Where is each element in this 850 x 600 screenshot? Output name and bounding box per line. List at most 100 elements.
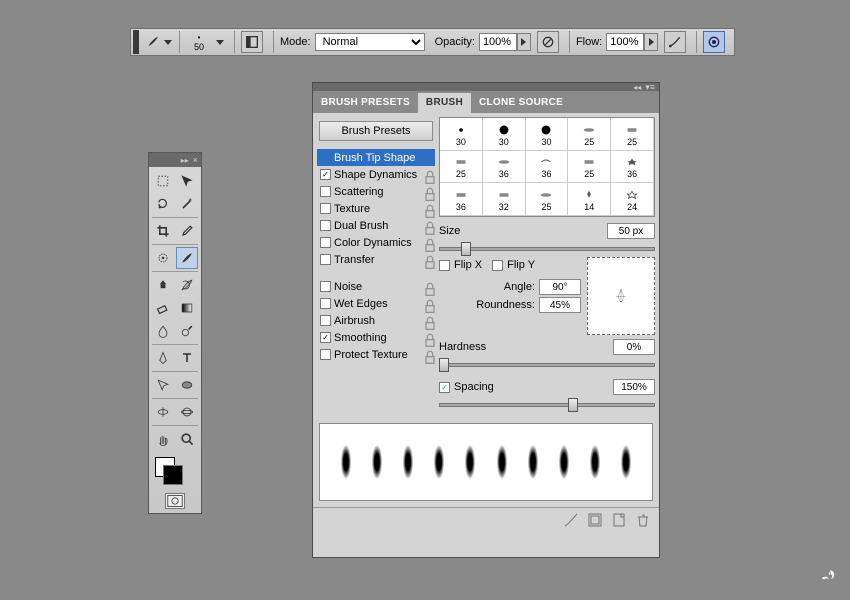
tool-gradient[interactable] bbox=[176, 297, 199, 319]
lock-icon[interactable] bbox=[422, 187, 432, 197]
background-color[interactable] bbox=[163, 465, 183, 485]
tool-crop[interactable] bbox=[152, 220, 175, 242]
checkbox[interactable] bbox=[320, 349, 331, 360]
toolbox-header[interactable]: ▸▸ × bbox=[149, 153, 201, 167]
checkbox[interactable]: ✓ bbox=[320, 332, 331, 343]
tab-brush[interactable]: BRUSH bbox=[418, 93, 471, 113]
size-slider[interactable] bbox=[439, 247, 655, 251]
checkbox[interactable] bbox=[320, 281, 331, 292]
option-airbrush[interactable]: Airbrush bbox=[317, 312, 435, 329]
opacity-flyout[interactable] bbox=[517, 33, 531, 51]
option-brush-tip-shape[interactable]: Brush Tip Shape bbox=[317, 149, 435, 166]
spacing-checkbox[interactable]: ✓ bbox=[439, 382, 450, 393]
tip-swatch[interactable]: 36 bbox=[440, 183, 483, 216]
lock-icon[interactable] bbox=[422, 221, 432, 231]
tool-spot-heal[interactable] bbox=[152, 247, 175, 269]
checkbox[interactable] bbox=[320, 254, 331, 265]
lock-icon[interactable] bbox=[422, 238, 432, 248]
tool-dodge[interactable] bbox=[176, 320, 199, 342]
option-scattering[interactable]: Scattering bbox=[317, 183, 435, 200]
tool-lasso[interactable] bbox=[152, 193, 175, 215]
tip-swatch[interactable]: 25 bbox=[611, 118, 654, 151]
tip-swatch[interactable]: 14 bbox=[568, 183, 611, 216]
flipx-checkbox[interactable] bbox=[439, 260, 450, 271]
tool-type[interactable] bbox=[176, 347, 199, 369]
tool-zoom[interactable] bbox=[176, 428, 199, 450]
lock-icon[interactable] bbox=[422, 299, 432, 309]
tool-shape[interactable] bbox=[176, 374, 199, 396]
spacing-input[interactable] bbox=[613, 379, 655, 395]
blend-mode-select[interactable]: Normal bbox=[315, 33, 425, 51]
lock-icon[interactable] bbox=[422, 350, 432, 360]
brush-presets-button[interactable]: Brush Presets bbox=[319, 121, 433, 141]
new-brush-icon[interactable] bbox=[587, 512, 603, 526]
option-texture[interactable]: Texture bbox=[317, 200, 435, 217]
lock-icon[interactable] bbox=[422, 282, 432, 292]
tip-swatch[interactable]: 36 bbox=[526, 151, 569, 184]
tip-swatch[interactable]: 36 bbox=[483, 151, 526, 184]
tip-swatch-grid[interactable]: 303030252525363625363632251424 bbox=[439, 117, 655, 217]
checkbox[interactable] bbox=[320, 315, 331, 326]
tool-brush[interactable] bbox=[176, 247, 199, 269]
size-input[interactable] bbox=[607, 223, 655, 239]
tip-swatch[interactable]: 32 bbox=[483, 183, 526, 216]
tip-swatch[interactable]: 25 bbox=[526, 183, 569, 216]
tab-brush-presets[interactable]: BRUSH PRESETS bbox=[313, 93, 418, 113]
tip-swatch[interactable]: 25 bbox=[568, 151, 611, 184]
option-shape-dynamics[interactable]: ✓Shape Dynamics bbox=[317, 166, 435, 183]
tool-3d-rotate[interactable] bbox=[152, 401, 175, 423]
lock-icon[interactable] bbox=[422, 170, 432, 180]
opacity-input[interactable] bbox=[479, 33, 517, 51]
checkbox[interactable] bbox=[320, 186, 331, 197]
option-dual-brush[interactable]: Dual Brush bbox=[317, 217, 435, 234]
spacing-slider[interactable] bbox=[439, 403, 655, 407]
checkbox[interactable] bbox=[320, 203, 331, 214]
tip-swatch[interactable]: 25 bbox=[568, 118, 611, 151]
hardness-slider[interactable] bbox=[439, 363, 655, 367]
tip-swatch[interactable]: 25 bbox=[440, 151, 483, 184]
tablet-opacity-toggle[interactable] bbox=[537, 31, 559, 53]
tool-marquee[interactable] bbox=[152, 170, 175, 192]
gripper[interactable] bbox=[133, 30, 139, 54]
tool-preset-picker[interactable] bbox=[145, 32, 173, 52]
color-swatches[interactable] bbox=[149, 453, 201, 489]
lock-icon[interactable] bbox=[422, 255, 432, 265]
new-doc-icon[interactable] bbox=[611, 512, 627, 526]
lock-icon[interactable] bbox=[422, 316, 432, 326]
trash-icon[interactable] bbox=[635, 512, 651, 526]
option-noise[interactable]: Noise bbox=[317, 278, 435, 295]
tool-hand[interactable] bbox=[152, 428, 175, 450]
option-color-dynamics[interactable]: Color Dynamics bbox=[317, 234, 435, 251]
checkbox[interactable]: ✓ bbox=[320, 169, 331, 180]
checkbox[interactable] bbox=[320, 220, 331, 231]
tip-swatch[interactable]: 30 bbox=[483, 118, 526, 151]
option-protect-texture[interactable]: Protect Texture bbox=[317, 346, 435, 363]
tool-move[interactable] bbox=[176, 170, 199, 192]
checkbox[interactable] bbox=[320, 237, 331, 248]
angle-preview[interactable] bbox=[587, 257, 655, 335]
close-icon[interactable]: × bbox=[193, 155, 198, 165]
option-transfer[interactable]: Transfer bbox=[317, 251, 435, 268]
flow-input[interactable] bbox=[606, 33, 644, 51]
roundness-input[interactable] bbox=[539, 297, 581, 313]
tablet-size-toggle[interactable] bbox=[703, 31, 725, 53]
quick-mask-toggle[interactable] bbox=[165, 493, 185, 509]
tool-eyedropper[interactable] bbox=[176, 220, 199, 242]
tip-swatch[interactable]: 30 bbox=[440, 118, 483, 151]
angle-input[interactable] bbox=[539, 279, 581, 295]
option-smoothing[interactable]: ✓Smoothing bbox=[317, 329, 435, 346]
lock-icon[interactable] bbox=[422, 204, 432, 214]
checkbox[interactable] bbox=[320, 298, 331, 309]
airbrush-toggle[interactable] bbox=[664, 31, 686, 53]
tool-pen[interactable] bbox=[152, 347, 175, 369]
tool-magic-wand[interactable] bbox=[176, 193, 199, 215]
tool-path-select[interactable] bbox=[152, 374, 175, 396]
toggle-lock-icon[interactable] bbox=[563, 512, 579, 526]
tool-clone-stamp[interactable] bbox=[152, 274, 175, 296]
tool-history-brush[interactable] bbox=[176, 274, 199, 296]
lock-icon[interactable] bbox=[422, 333, 432, 343]
flow-flyout[interactable] bbox=[644, 33, 658, 51]
tip-swatch[interactable]: 36 bbox=[611, 151, 654, 184]
tip-swatch[interactable]: 24 bbox=[611, 183, 654, 216]
flipy-checkbox[interactable] bbox=[492, 260, 503, 271]
